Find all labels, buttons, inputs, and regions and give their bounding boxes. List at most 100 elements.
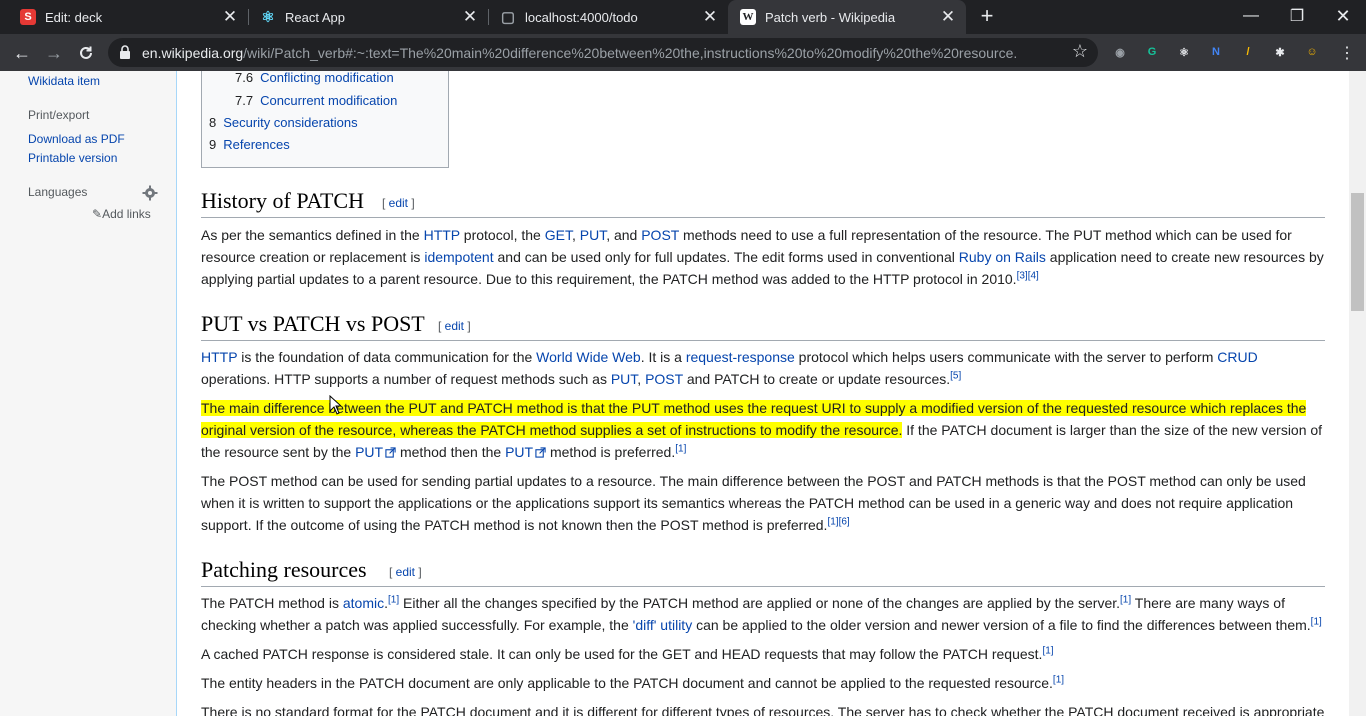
link-diff-utility[interactable]: 'diff' utility <box>633 617 693 633</box>
citation[interactable]: [1][6] <box>827 516 849 527</box>
sidebar-item-download-pdf[interactable]: Download as PDF <box>28 132 125 146</box>
citation[interactable]: [1] <box>1120 594 1131 605</box>
tab-localhost-todo[interactable]: ▢ localhost:4000/todo ✕ <box>488 0 728 34</box>
close-icon[interactable]: ✕ <box>220 7 240 27</box>
pencil-icon[interactable]: / <box>1239 43 1257 61</box>
extensions-puzzle-icon[interactable]: ✱ <box>1271 43 1289 61</box>
section-title: PUT vs PATCH vs POST <box>201 311 425 336</box>
link-ruby-on-rails[interactable]: Ruby on Rails <box>959 249 1046 265</box>
react-devtools-icon[interactable]: ⚛ <box>1175 43 1193 61</box>
link-post[interactable]: POST <box>641 227 679 243</box>
notion-icon[interactable]: N <box>1207 43 1225 61</box>
sidebar-heading-print-export: Print/export <box>28 108 90 122</box>
edit-link[interactable]: edit <box>396 565 415 579</box>
paragraph-patching-1: The PATCH method is atomic.[1] Either al… <box>201 592 1327 636</box>
paragraph-put-vs-2: The main difference between the PUT and … <box>201 397 1327 463</box>
wikipedia-icon: W <box>740 9 756 25</box>
link-idempotent[interactable]: idempotent <box>424 249 493 265</box>
link-atomic[interactable]: atomic <box>343 595 384 611</box>
mouse-cursor-icon <box>329 395 341 415</box>
close-icon[interactable]: ✕ <box>938 7 958 27</box>
page-scrollbar[interactable] <box>1349 71 1366 716</box>
link-http[interactable]: HTTP <box>201 349 237 365</box>
restore-button[interactable]: ❐ <box>1274 0 1320 32</box>
link-world-wide-web[interactable]: World Wide Web <box>536 349 641 365</box>
close-window-button[interactable]: ✕ <box>1320 0 1366 32</box>
toc-link[interactable]: References <box>223 137 289 152</box>
heading-history-of-patch: History of PATCH [ edit ] <box>201 188 1325 218</box>
link-post[interactable]: POST <box>645 371 683 387</box>
add-links-link[interactable]: ✎Add links <box>92 207 151 221</box>
menu-kebab-icon[interactable]: ⋮ <box>1335 41 1359 65</box>
lock-icon <box>120 45 130 59</box>
paragraph-put-vs-1: HTTP is the foundation of data communica… <box>201 346 1327 390</box>
grammarly-icon[interactable]: G <box>1143 43 1161 61</box>
toc-item-9[interactable]: 9 References <box>209 137 290 152</box>
link-request-response[interactable]: request-response <box>686 349 795 365</box>
sidebar-item-wikidata[interactable]: Wikidata item <box>28 74 100 88</box>
link-put[interactable]: PUT <box>611 371 637 387</box>
sidebar-item-printable-version[interactable]: Printable version <box>28 151 117 165</box>
toc-number: 8 <box>209 115 217 130</box>
tab-patch-verb-wikipedia[interactable]: W Patch verb - Wikipedia ✕ <box>728 0 966 34</box>
reload-button[interactable] <box>74 41 98 65</box>
citation[interactable]: [1] <box>675 443 686 454</box>
link-put-external[interactable]: PUT <box>505 444 533 460</box>
tab-title: Patch verb - Wikipedia <box>765 9 896 25</box>
text: protocol which helps users communicate w… <box>794 349 1218 365</box>
close-icon[interactable]: ✕ <box>460 7 480 27</box>
tab-edit-deck[interactable]: S Edit: deck ✕ <box>8 0 248 34</box>
new-tab-button[interactable]: + <box>976 3 998 28</box>
citation[interactable]: [5] <box>950 370 961 381</box>
record-icon[interactable]: ◉ <box>1111 43 1129 61</box>
reload-icon <box>80 46 92 59</box>
text: and PATCH to create or update resources. <box>682 371 951 387</box>
toc-item-8[interactable]: 8 Security considerations <box>209 115 358 130</box>
tab-react-app[interactable]: ⚛ React App ✕ <box>248 0 488 34</box>
toc-link[interactable]: Conflicting modification <box>260 71 394 85</box>
citation[interactable]: [1] <box>1053 674 1064 685</box>
citation[interactable]: [1] <box>1042 645 1053 656</box>
link-put-external[interactable]: PUT <box>355 444 383 460</box>
text: and can be used only for full updates. T… <box>493 249 959 265</box>
text: The entity headers in the PATCH document… <box>201 675 1053 691</box>
citation[interactable]: [1] <box>388 594 399 605</box>
page-icon: ▢ <box>500 9 516 26</box>
edit-section-link[interactable]: [ edit ] <box>389 565 422 579</box>
browser-toolbar: ← → en.wikipedia.org/wiki/Patch_verb#:~:… <box>0 34 1366 71</box>
text: A cached PATCH response is considered st… <box>201 646 1043 662</box>
close-icon[interactable]: ✕ <box>700 7 720 27</box>
scrollbar-thumb[interactable] <box>1351 193 1364 311</box>
paragraph-put-vs-3: The POST method can be used for sending … <box>201 470 1327 536</box>
toc-link[interactable]: Security considerations <box>223 115 357 130</box>
toc-item-7-6[interactable]: 7.6 Conflicting modification <box>235 71 394 85</box>
sidebar-heading-languages: Languages <box>28 185 88 199</box>
edit-link[interactable]: edit <box>445 319 464 333</box>
section-title: History of PATCH <box>201 188 364 213</box>
profile-avatar-icon[interactable]: ☺ <box>1303 43 1321 61</box>
external-link-icon <box>535 447 546 458</box>
tab-title: localhost:4000/todo <box>525 9 638 25</box>
link-get[interactable]: GET <box>545 227 572 243</box>
toc-item-7-7[interactable]: 7.7 Concurrent modification <box>235 93 397 108</box>
gear-icon[interactable] <box>142 185 158 201</box>
citation[interactable]: [3][4] <box>1017 270 1039 281</box>
back-button[interactable]: ← <box>10 41 34 65</box>
link-put[interactable]: PUT <box>580 227 606 243</box>
forward-button[interactable]: → <box>42 41 66 65</box>
link-http[interactable]: HTTP <box>424 227 460 243</box>
edit-section-link[interactable]: [ edit ] <box>382 196 415 210</box>
edit-link[interactable]: edit <box>389 196 408 210</box>
citation[interactable]: [1] <box>1311 616 1322 627</box>
text: . It is a <box>640 349 686 365</box>
text: There is no standard format for the PATC… <box>201 704 1325 716</box>
toc-number: 9 <box>209 137 217 152</box>
bookmark-star-icon[interactable]: ☆ <box>1072 41 1088 62</box>
edit-section-link[interactable]: [ edit ] <box>438 319 471 333</box>
text: , <box>571 227 580 243</box>
toc-number: 7.6 <box>235 71 254 85</box>
address-bar[interactable]: en.wikipedia.org/wiki/Patch_verb#:~:text… <box>108 38 1098 67</box>
link-crud[interactable]: CRUD <box>1217 349 1257 365</box>
minimize-button[interactable]: — <box>1228 0 1274 32</box>
toc-link[interactable]: Concurrent modification <box>260 93 397 108</box>
